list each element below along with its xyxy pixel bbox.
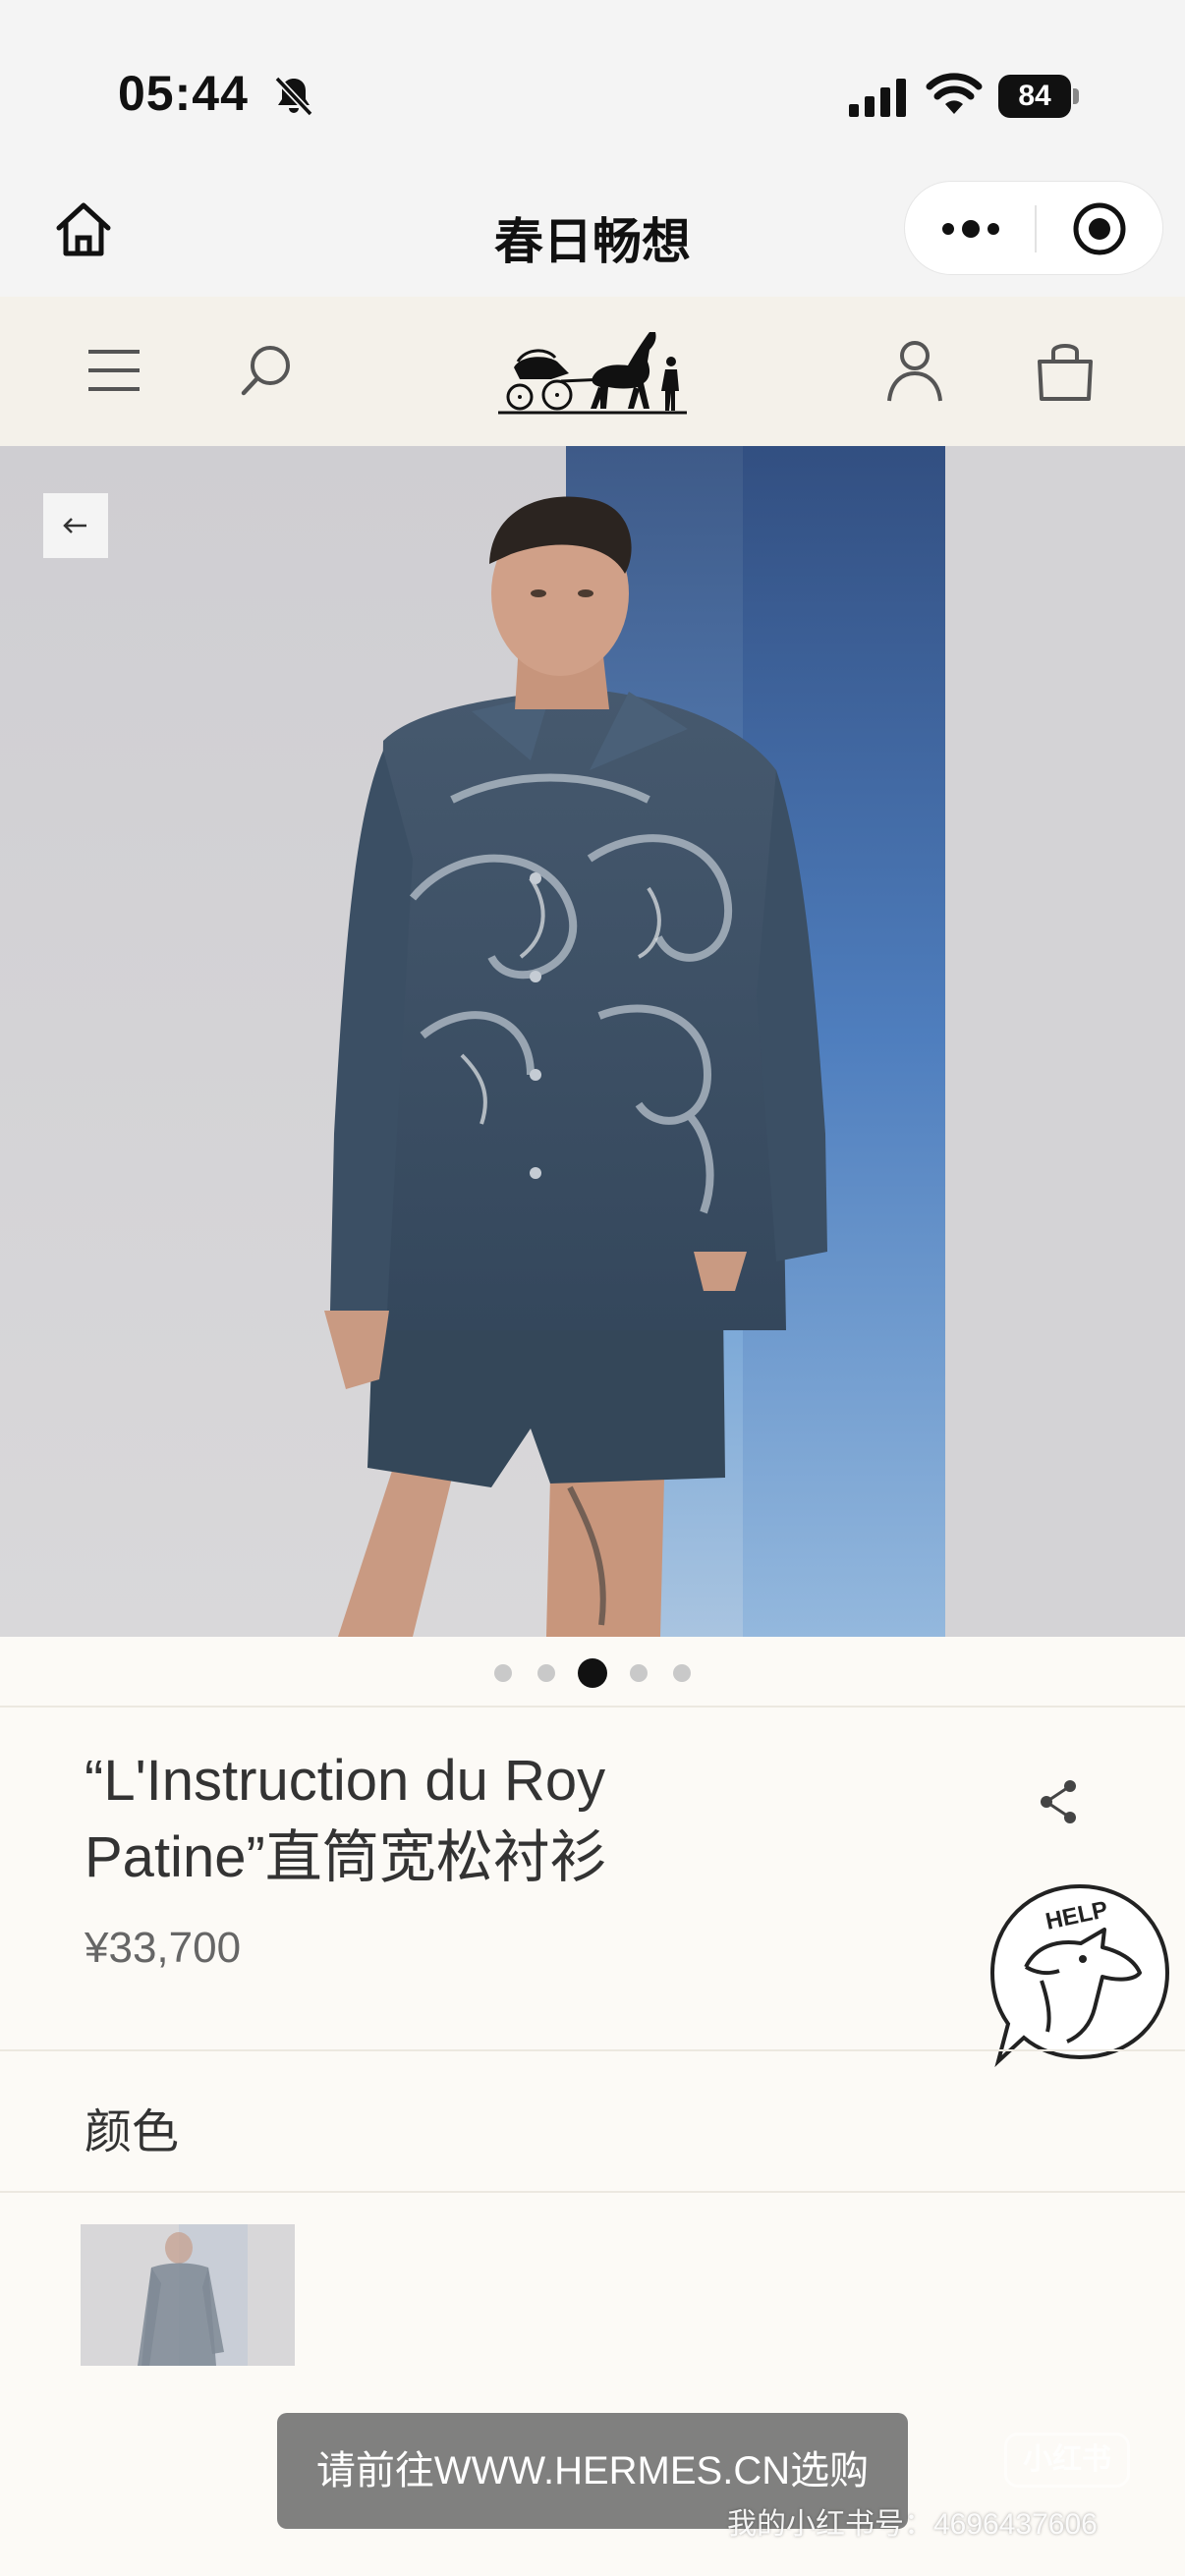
battery-level: 84	[1018, 80, 1051, 112]
capsule-divider	[1035, 205, 1037, 252]
back-button[interactable]	[43, 493, 108, 558]
product-price: ¥33,700	[85, 1924, 242, 1972]
status-bar: 05:44 84	[0, 0, 1185, 167]
arrow-left-icon	[63, 518, 86, 533]
target-icon[interactable]	[1072, 201, 1127, 256]
carousel-dot[interactable]	[673, 1664, 691, 1682]
site-nav	[0, 297, 1185, 446]
bell-slash-icon	[274, 76, 313, 117]
product-photo	[0, 446, 1185, 1637]
product-image-carousel[interactable]	[0, 446, 1185, 1637]
divider	[0, 2191, 1185, 2193]
divider	[0, 1706, 1185, 1708]
share-icon[interactable]	[1038, 1778, 1081, 1825]
carousel-dot[interactable]	[494, 1664, 512, 1682]
capsule-menu	[904, 181, 1163, 275]
divider	[0, 2049, 1185, 2051]
carousel-dot[interactable]	[537, 1664, 555, 1682]
carousel-dot-active[interactable]	[578, 1658, 607, 1688]
hermes-carriage-logo[interactable]	[496, 322, 689, 420]
wifi-icon	[926, 73, 983, 114]
color-section-label: 颜色	[85, 2106, 180, 2158]
cellular-signal-icon	[849, 79, 906, 117]
help-horse-icon[interactable]: HELP	[987, 1878, 1173, 2071]
status-time: 05:44	[118, 66, 249, 121]
mini-program-header: 春日畅想	[0, 167, 1185, 297]
page: 05:44 84 春日畅想 “L'Instruction du Roy Pati…	[0, 0, 1185, 2576]
search-icon[interactable]	[238, 342, 295, 399]
color-swatch-thumbnail[interactable]	[81, 2224, 295, 2366]
menu-icon[interactable]	[85, 344, 143, 397]
product-title-line: Patine”直筒宽松衬衫	[85, 1825, 607, 1889]
product-title-line: “L'Instruction du Roy	[85, 1749, 606, 1813]
battery-tip	[1073, 88, 1079, 104]
watermark-id: 我的小红书号：4696437606	[727, 2508, 1098, 2541]
product-title: “L'Instruction du Roy Patine”直筒宽松衬衫	[85, 1743, 930, 1896]
carousel-indicator	[0, 1637, 1185, 1706]
watermark-logo: 小红书	[1004, 2433, 1130, 2488]
more-icon[interactable]	[938, 213, 1003, 245]
user-icon[interactable]	[884, 338, 945, 403]
battery-icon: 84	[998, 75, 1079, 118]
swatch-photo	[81, 2224, 295, 2366]
carousel-dot[interactable]	[630, 1664, 648, 1682]
shopping-bag-icon[interactable]	[1034, 338, 1097, 403]
